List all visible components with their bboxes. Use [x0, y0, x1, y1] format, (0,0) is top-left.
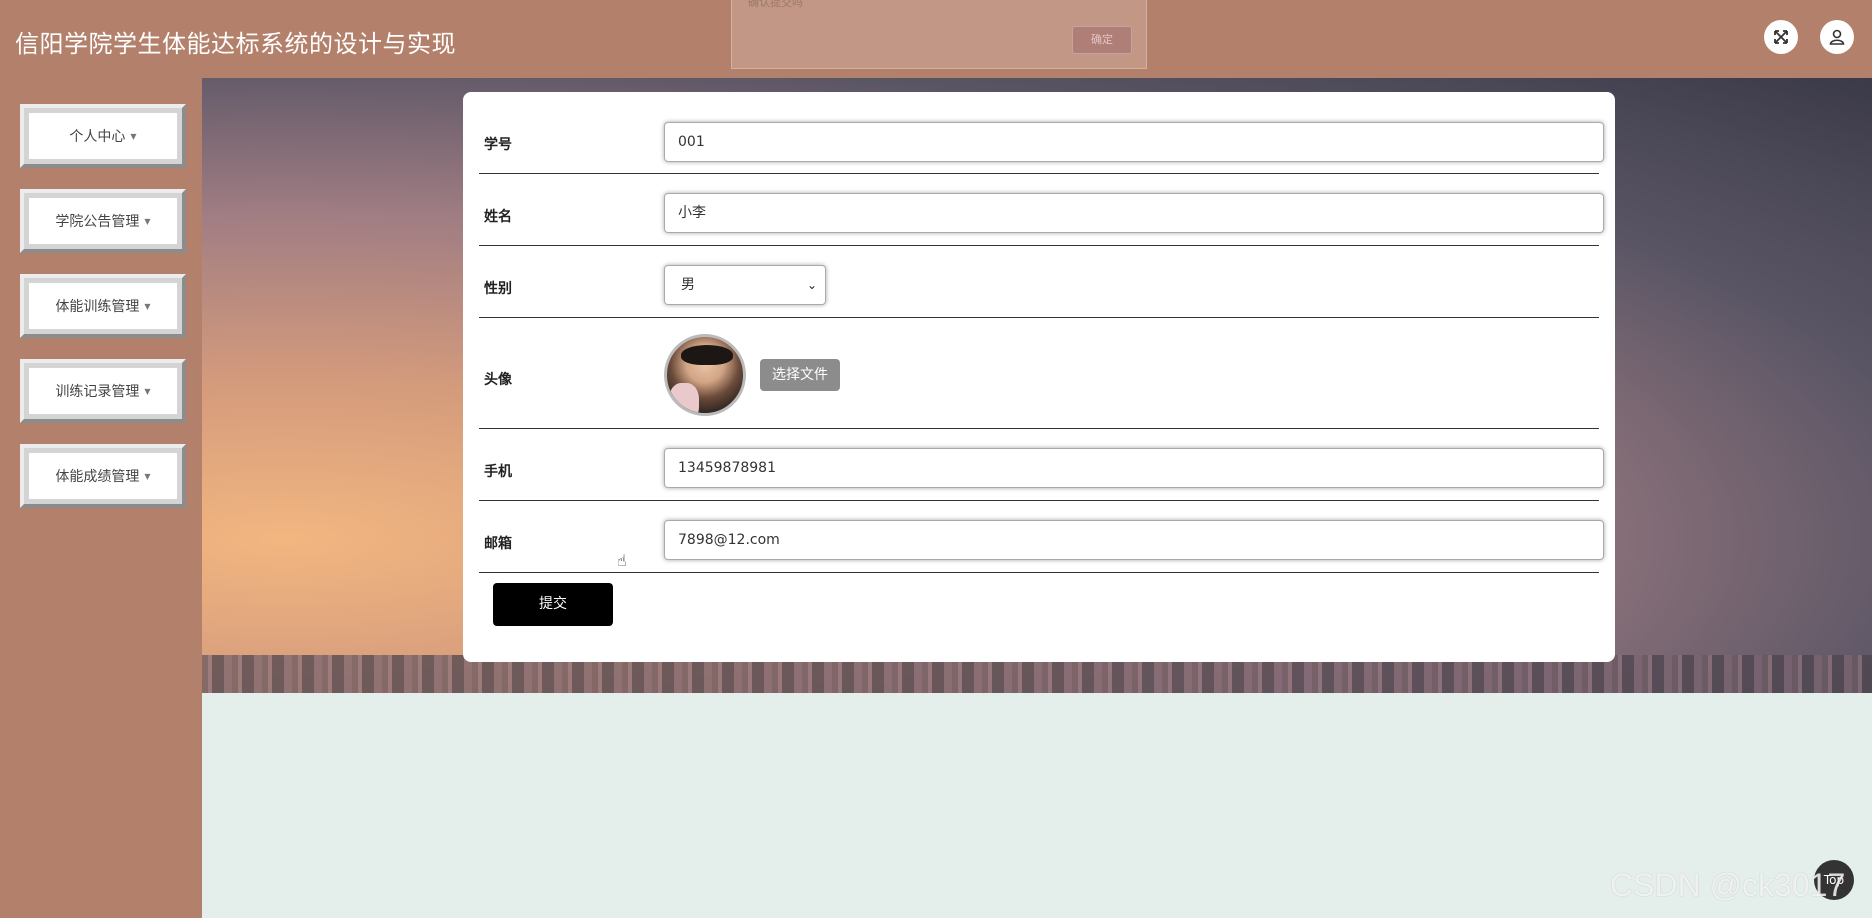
- top-header: 信阳学院学生体能达标系统的设计与实现 确认提交吗 确定: [0, 0, 1872, 78]
- sidebar-item-personal-center[interactable]: 个人中心 ▼: [20, 104, 186, 168]
- gender-selected-value: 男: [681, 277, 695, 293]
- sidebar-item-label: 体能训练管理: [55, 299, 140, 315]
- student-id-label: 学号: [484, 137, 512, 153]
- sidebar-item-label: 学院公告管理: [55, 214, 140, 230]
- avatar-label: 头像: [484, 372, 512, 388]
- phone-label: 手机: [484, 464, 512, 480]
- caret-down-icon: ▼: [144, 301, 151, 311]
- faded-confirm-dialog: 确认提交吗 确定: [731, 0, 1147, 69]
- submit-button[interactable]: 提交: [493, 583, 613, 626]
- profile-form-card: 学号 001 姓名 小李 性别 男 ⌄ 头像 选择文件 手机 134598789…: [463, 92, 1615, 662]
- user-icon: [1829, 29, 1845, 45]
- sidebar-item-label: 体能成绩管理: [55, 469, 140, 485]
- gender-label: 性别: [484, 281, 512, 297]
- sidebar-item-label: 训练记录管理: [55, 384, 140, 400]
- caret-down-icon: ▼: [144, 216, 151, 226]
- phone-input[interactable]: 13459878981: [664, 448, 1604, 488]
- name-input[interactable]: 小李: [664, 193, 1604, 233]
- sidebar-item-announcements[interactable]: 学院公告管理 ▼: [20, 189, 186, 253]
- dialog-message: 确认提交吗: [748, 0, 803, 9]
- form-row-phone: 手机 13459878981: [479, 428, 1604, 501]
- form-row-email: 邮箱 7898@12.com: [479, 500, 1604, 573]
- chevron-down-icon: ⌄: [806, 278, 817, 292]
- caret-down-icon: ▼: [130, 131, 137, 141]
- caret-down-icon: ▼: [144, 471, 151, 481]
- sidebar-item-label: 个人中心: [69, 129, 126, 145]
- name-label: 姓名: [484, 209, 512, 225]
- form-row-name: 姓名 小李: [479, 173, 1604, 246]
- form-row-gender: 性别 男 ⌄: [479, 245, 1599, 318]
- user-menu-button[interactable]: [1820, 20, 1854, 54]
- email-label: 邮箱: [484, 536, 512, 552]
- form-row-avatar: 头像 选择文件: [479, 317, 1599, 429]
- app-title: 信阳学院学生体能达标系统的设计与实现: [15, 30, 456, 58]
- sidebar-item-fitness-scores[interactable]: 体能成绩管理 ▼: [20, 444, 186, 508]
- sidebar: 个人中心 ▼ 学院公告管理 ▼ 体能训练管理 ▼ 训练记录管理 ▼ 体能成绩管理 ▼: [0, 78, 202, 918]
- choose-file-button[interactable]: 选择文件: [760, 359, 840, 391]
- fullscreen-icon: [1774, 30, 1788, 44]
- avatar: [664, 334, 746, 416]
- fullscreen-button[interactable]: [1764, 20, 1798, 54]
- caret-down-icon: ▼: [144, 386, 151, 396]
- gender-select[interactable]: 男 ⌄: [664, 265, 826, 305]
- dialog-confirm-button[interactable]: 确定: [1072, 26, 1132, 54]
- watermark: CSDN @ck3017: [1610, 867, 1846, 903]
- sidebar-item-training-records[interactable]: 训练记录管理 ▼: [20, 359, 186, 423]
- student-id-input[interactable]: 001: [664, 122, 1604, 162]
- sidebar-item-fitness-training[interactable]: 体能训练管理 ▼: [20, 274, 186, 338]
- form-row-student-id: 学号 001: [479, 92, 1604, 174]
- hand-cursor-icon: ☝: [617, 551, 627, 570]
- email-input[interactable]: 7898@12.com: [664, 520, 1604, 560]
